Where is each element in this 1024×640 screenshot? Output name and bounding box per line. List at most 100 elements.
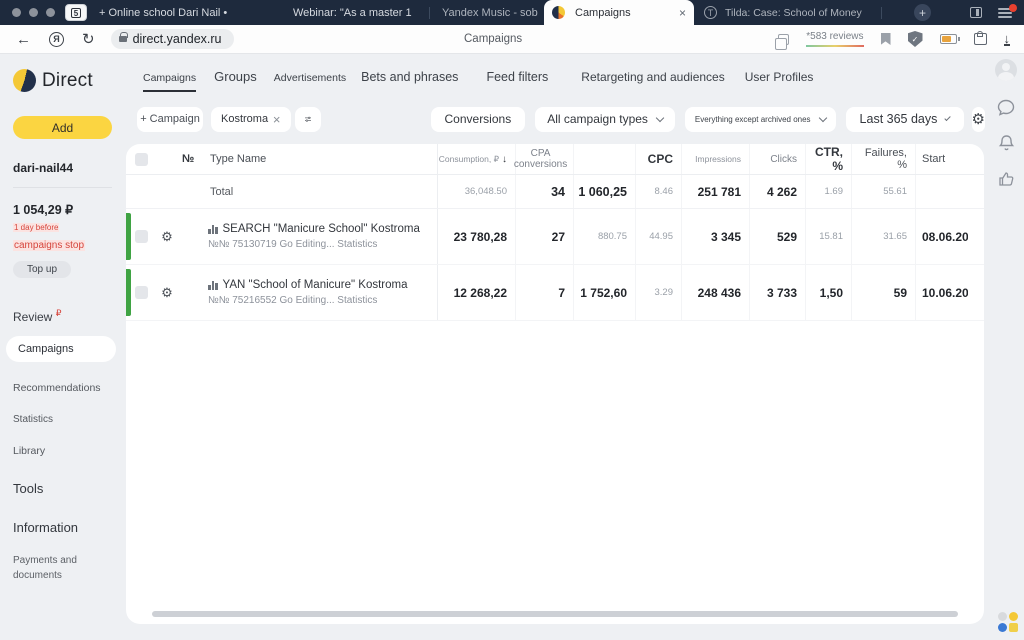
col-cpa-cost[interactable] — [574, 144, 636, 174]
sidebar-section-information[interactable]: Information — [13, 520, 115, 535]
avatar[interactable] — [995, 59, 1017, 81]
browser-tab-webinar[interactable]: Webinar: "As a master 1 — [293, 7, 423, 19]
top-up-button[interactable]: Top up — [13, 261, 71, 278]
browser-tab-strip: 5 + Online school Dari Nail • Webinar: "… — [0, 0, 1024, 25]
window-close-button[interactable] — [12, 8, 21, 17]
active-campaign-indicator — [126, 213, 131, 260]
col-cpc[interactable]: CPC — [636, 144, 682, 174]
side-panel-icon[interactable] — [970, 7, 982, 18]
direct-logo[interactable]: Direct — [13, 69, 115, 92]
clear-search-icon[interactable]: × — [273, 112, 281, 127]
tab-advertisements[interactable]: Advertisements — [274, 72, 346, 84]
bookmark-icon[interactable] — [880, 33, 891, 45]
col-consumption[interactable]: Consumption, ₽ ↓ — [438, 144, 516, 174]
tab-close-icon[interactable]: × — [679, 6, 686, 20]
campaign-subtitle-links[interactable]: №№ 75216552 Go Editing... Statistics — [208, 295, 437, 306]
main-content: Campaigns Groups Advertisements Bets and… — [125, 55, 985, 640]
tab-feed-filters[interactable]: Feed filters — [486, 70, 548, 84]
total-label: Total — [208, 175, 438, 208]
campaign-title[interactable]: YAN "School of Manicure" Kostroma — [208, 279, 437, 291]
table-row[interactable]: ⚙ YAN "School of Manicure" Kostroma №№ 7… — [126, 265, 984, 321]
col-impressions[interactable]: Impressions — [682, 144, 750, 174]
sidebar-item-campaigns[interactable]: Campaigns — [6, 336, 116, 362]
browser-tab-yandex-music[interactable]: Yandex Music - sobi — [442, 7, 538, 19]
chat-icon[interactable] — [997, 99, 1015, 116]
collections-icon[interactable] — [973, 31, 987, 45]
tab-bets-and-phrases[interactable]: Bets and phrases — [361, 70, 458, 84]
sidebar-item-payments[interactable]: Payments and documents — [13, 553, 93, 583]
date-range-dropdown[interactable]: Last 365 days — [845, 106, 964, 132]
username[interactable]: dari-nail44 — [13, 161, 115, 175]
browser-menu-icon[interactable] — [998, 3, 1017, 18]
table-settings-button[interactable]: ⚙ — [971, 106, 985, 132]
back-button[interactable]: ← — [16, 31, 31, 48]
downloads-icon[interactable]: ↓ — [1003, 32, 1010, 46]
row-checkbox[interactable] — [135, 286, 148, 299]
new-tab-button[interactable]: + — [914, 4, 931, 21]
row-cpa-conversions: 7 — [558, 285, 565, 300]
col-clicks[interactable]: Clicks — [750, 144, 806, 174]
row-cpc: 44.95 — [649, 231, 673, 242]
campaign-search-input[interactable]: Kostroma × — [211, 106, 291, 132]
row-consumption: 23 780,28 — [453, 229, 507, 244]
horizontal-scrollbar[interactable] — [152, 611, 958, 617]
tab-campaigns[interactable]: Campaigns — [143, 72, 197, 92]
campaign-settings-gear-icon[interactable]: ⚙ — [152, 229, 182, 245]
select-all-checkbox[interactable] — [135, 152, 148, 166]
campaign-types-dropdown[interactable]: All campaign types — [535, 106, 675, 132]
col-ctr[interactable]: CTR, % — [806, 144, 852, 174]
col-cpa-conversions[interactable]: CPA conversions — [514, 144, 574, 174]
battery-saver-icon[interactable] — [939, 34, 960, 44]
filter-settings-button[interactable] — [294, 106, 321, 132]
browser-corner-widget[interactable] — [998, 612, 1020, 632]
window-maximize-button[interactable] — [46, 8, 55, 17]
tabs-preview-icon[interactable] — [775, 33, 790, 50]
browser-tab-tilda[interactable]: Tilda: Case: School of Money — [725, 7, 875, 19]
yandex-home-icon[interactable]: Я — [49, 31, 64, 47]
tab-user-profiles[interactable]: User Profiles — [745, 70, 814, 84]
total-clicks: 4 262 — [766, 184, 797, 199]
browser-tab-dari-nail[interactable]: + Online school Dari Nail • — [99, 7, 249, 19]
window-minimize-button[interactable] — [29, 8, 38, 17]
col-type-name[interactable]: Type Name — [208, 144, 438, 174]
protect-shield-icon[interactable]: ✓ — [907, 31, 923, 47]
sidebar-item-recommendations[interactable]: Recommendations — [13, 382, 115, 394]
add-campaign-button[interactable]: + Campaign — [137, 106, 203, 132]
tab-separator — [881, 6, 882, 19]
conversions-button[interactable]: Conversions — [430, 106, 526, 132]
sidebar: Direct Add dari-nail44 1 054,29 ₽ 1 day … — [0, 55, 125, 640]
col-failures[interactable]: Failures, % — [852, 144, 916, 174]
campaign-title[interactable]: SEARCH "Manicure School" Kostroma — [208, 223, 437, 235]
window-controls[interactable] — [12, 8, 55, 17]
row-checkbox[interactable] — [135, 230, 148, 243]
right-icon-rail — [993, 59, 1019, 187]
direct-logo-icon — [13, 69, 36, 92]
active-tab-label: Campaigns — [575, 6, 631, 19]
campaign-subtitle-links[interactable]: №№ 75130719 Go Editing... Statistics — [208, 239, 437, 250]
sidebar-item-review[interactable]: Review ₽ — [13, 308, 115, 324]
sidebar-section-tools[interactable]: Tools — [13, 481, 115, 496]
thumbs-up-icon[interactable] — [998, 170, 1015, 187]
archived-filter-dropdown[interactable]: Everything except archived ones — [684, 106, 836, 132]
campaign-settings-gear-icon[interactable]: ⚙ — [152, 285, 182, 301]
total-cpc: 8.46 — [654, 186, 674, 197]
col-start[interactable]: Start — [916, 144, 968, 174]
bell-icon[interactable] — [998, 134, 1015, 152]
refresh-button[interactable]: ↻ — [82, 30, 95, 48]
address-bar[interactable]: direct.yandex.ru — [110, 29, 234, 49]
tab-groups[interactable]: Groups — [214, 69, 257, 84]
tab-retargeting[interactable]: Retargeting and audiences — [581, 70, 724, 84]
total-ctr: 1.69 — [824, 186, 844, 197]
lock-icon — [118, 32, 128, 42]
direct-logo-text: Direct — [42, 69, 93, 91]
col-number[interactable]: № — [182, 153, 208, 165]
table-row[interactable]: ⚙ SEARCH "Manicure School" Kostroma №№ 7… — [126, 209, 984, 265]
sidebar-item-library[interactable]: Library — [13, 445, 115, 457]
sidebar-item-statistics[interactable]: Statistics — [13, 414, 115, 425]
add-button[interactable]: Add — [13, 116, 112, 139]
browser-tab-campaigns-active[interactable]: Campaigns × — [544, 0, 694, 25]
tab-group-icon[interactable]: 5 — [65, 4, 87, 21]
sort-descending-icon[interactable]: ↓ — [502, 154, 507, 165]
reviews-badge[interactable]: *583 reviews — [806, 31, 864, 47]
row-cpa-cost: 880.75 — [597, 231, 627, 242]
